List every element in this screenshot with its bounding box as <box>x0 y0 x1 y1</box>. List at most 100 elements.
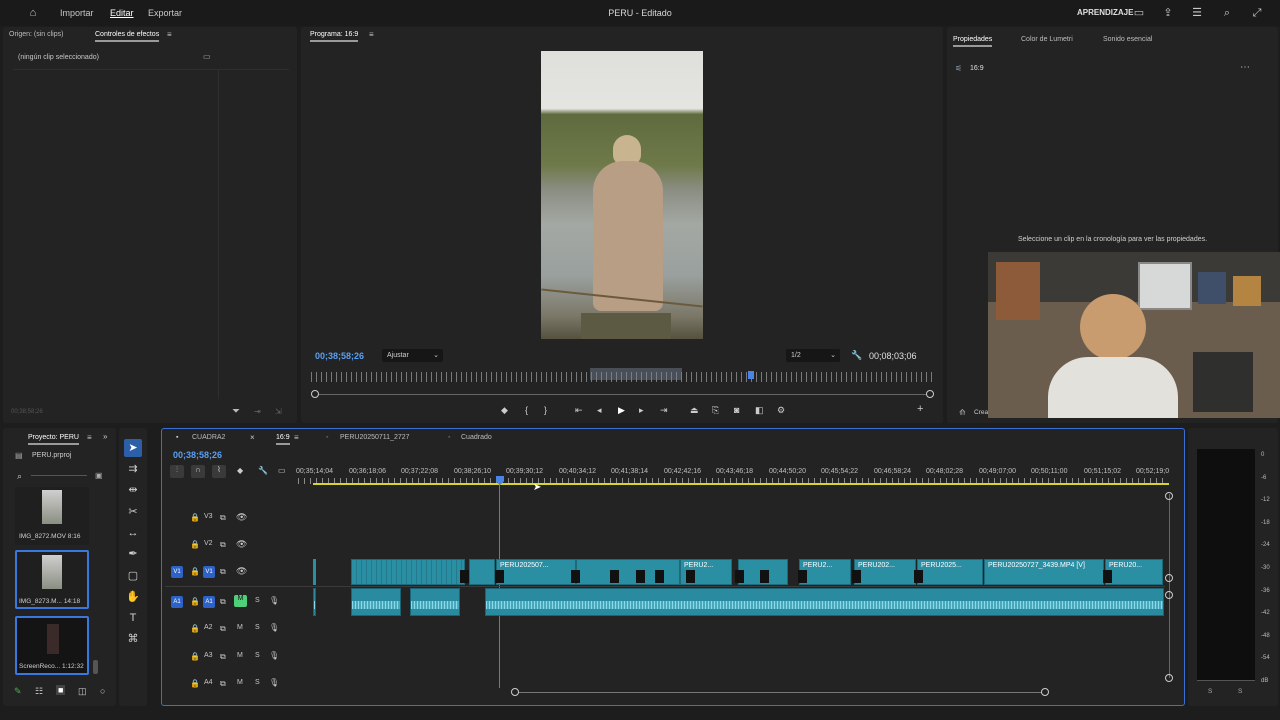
vertical-scrollbar[interactable] <box>1169 494 1170 678</box>
scroll-handle[interactable] <box>1165 574 1173 582</box>
seq-tab-cuadra2[interactable]: CUADRA2 <box>192 434 225 441</box>
audio-clip[interactable] <box>313 588 316 616</box>
in-out-range[interactable] <box>590 368 682 380</box>
tab-essential-sound[interactable]: Sonido esencial <box>1103 36 1152 43</box>
zoom-scrollbar[interactable] <box>314 394 932 395</box>
add-button-icon[interactable]: + <box>917 403 923 415</box>
freeform-view-icon[interactable]: ◫ <box>78 686 87 697</box>
program-video-frame[interactable] <box>541 51 703 339</box>
fit-dropdown[interactable]: Ajustar ⌄ <box>382 349 443 362</box>
snap-icon[interactable]: ∩ <box>191 465 205 478</box>
microphone-icon[interactable]: 🎙 <box>269 596 279 605</box>
icon-view-icon[interactable]: ■ <box>56 685 66 695</box>
video-clip[interactable]: PERU202... <box>854 559 916 585</box>
transition-block[interactable] <box>735 570 744 583</box>
sync-lock-icon[interactable]: ⧉ <box>220 624 226 634</box>
scroll-handle[interactable] <box>1165 591 1173 599</box>
zoom-handle-left[interactable] <box>311 390 319 398</box>
tab-effect-controls[interactable]: Controles de efectos <box>95 31 160 42</box>
audio-clip[interactable] <box>351 588 401 616</box>
resolution-dropdown[interactable]: 1/2 ⌄ <box>786 349 840 362</box>
audio-clip[interactable] <box>485 588 1164 616</box>
create-label[interactable]: Crea <box>974 409 988 416</box>
sync-lock-icon[interactable]: ⧉ <box>220 679 226 689</box>
share-icon[interactable]: ⇪ <box>1161 6 1175 20</box>
tab-properties[interactable]: Propiedades <box>953 36 993 47</box>
transition-block[interactable] <box>460 570 469 583</box>
sync-lock-icon[interactable]: ⧉ <box>220 540 226 550</box>
nav-import[interactable]: Importar <box>60 8 94 18</box>
add-marker-icon[interactable]: ◆ <box>501 405 508 416</box>
track-select-tool-icon[interactable]: ⇉ <box>124 460 142 478</box>
expand-icon[interactable]: » <box>103 432 107 441</box>
settings-icon[interactable]: ⚙ <box>777 405 785 416</box>
step-back-icon[interactable]: ◂ <box>597 405 602 416</box>
transition-block[interactable] <box>571 570 580 583</box>
zoom-slider-icon[interactable]: ○ <box>100 686 105 696</box>
project-menu-icon[interactable]: ≡ <box>87 433 92 442</box>
go-to-out-icon[interactable]: ⇥ <box>660 405 668 416</box>
search-icon[interactable]: ⌕ <box>1220 6 1234 20</box>
video-clip[interactable] <box>576 559 680 585</box>
seq-tab-16-9[interactable]: 16:9 <box>276 434 290 445</box>
extract-icon[interactable]: ⎘ <box>712 405 719 416</box>
video-clip[interactable]: PERU20... <box>1105 559 1163 585</box>
microphone-icon[interactable]: 🎙 <box>269 651 279 660</box>
compare-icon[interactable]: ◧ <box>755 405 764 416</box>
scroll-handle[interactable] <box>1165 492 1173 500</box>
mark-out-icon[interactable]: } <box>544 405 547 415</box>
program-playhead[interactable] <box>748 371 754 379</box>
tab-source[interactable]: Origen: (sin clips) <box>9 31 63 38</box>
transition-block[interactable] <box>1103 570 1112 583</box>
source-patch-v1[interactable]: V1 <box>171 566 183 578</box>
marker-icon[interactable]: ◆ <box>237 466 243 475</box>
pencil-icon[interactable]: ✎ <box>14 686 22 697</box>
nav-export[interactable]: Exportar <box>148 8 182 18</box>
lock-icon[interactable]: 🔒 <box>190 624 200 633</box>
program-timecode[interactable]: 00;38;58;26 <box>315 351 364 361</box>
transition-block[interactable] <box>495 570 504 583</box>
new-bin-icon[interactable]: ▣ <box>95 471 103 480</box>
solo-button[interactable]: S <box>255 624 260 631</box>
hscroll-handle-left[interactable] <box>511 688 519 696</box>
play-icon[interactable]: ▶ <box>618 405 625 416</box>
transition-block[interactable] <box>798 570 807 583</box>
transition-block[interactable] <box>852 570 861 583</box>
mute-button[interactable]: M <box>237 652 243 659</box>
tab-lumetri-color[interactable]: Color de Lumetri <box>1021 36 1073 43</box>
lock-icon[interactable]: 🔒 <box>190 679 200 688</box>
fullscreen-icon[interactable]: ⤢ <box>1250 6 1264 20</box>
transition-block[interactable] <box>655 570 664 583</box>
learn-button[interactable]: APRENDIZAJE <box>1077 8 1133 17</box>
lock-icon[interactable]: 🔒 <box>190 513 200 522</box>
track-target-a1[interactable]: A1 <box>203 596 215 608</box>
work-area-bar[interactable] <box>313 483 1169 485</box>
create-icon[interactable]: ⟰ <box>959 408 966 417</box>
transition-block[interactable] <box>760 570 769 583</box>
seq-tab-peru[interactable]: PERU20250711_2727 <box>340 434 410 441</box>
video-clip-group[interactable] <box>351 559 465 585</box>
more-options-icon[interactable]: ⋯ <box>1240 62 1250 73</box>
zoom-handle-right[interactable] <box>926 390 934 398</box>
menu-icon[interactable]: ☰ <box>1190 6 1204 20</box>
project-scrollbar[interactable] <box>93 660 98 674</box>
selection-tool-icon[interactable]: ➤ <box>124 439 142 457</box>
microphone-icon[interactable]: 🎙 <box>269 623 279 632</box>
lock-icon[interactable]: 🔒 <box>190 567 200 576</box>
play-audio-icon[interactable]: ⇥ <box>254 407 261 416</box>
camera-icon[interactable]: ◙ <box>734 405 739 415</box>
timeline-timecode[interactable]: 00;38;58;26 <box>173 450 222 460</box>
wrench-icon[interactable]: 🔧 <box>851 350 862 361</box>
solo-button[interactable]: S <box>255 679 260 686</box>
video-clip[interactable]: PERU20250727_3439.MP4 [V] <box>984 559 1104 585</box>
razor-tool-icon[interactable]: ✂ <box>124 503 142 521</box>
sync-lock-icon[interactable]: ⧉ <box>220 567 226 577</box>
video-clip[interactable]: PERU2025... <box>917 559 983 585</box>
eye-icon[interactable]: 👁 <box>236 512 247 523</box>
timeline-menu-icon[interactable]: ≡ <box>294 433 299 442</box>
video-clip[interactable] <box>313 559 316 585</box>
list-view-icon[interactable]: ☷ <box>35 686 43 697</box>
solo-button[interactable]: S <box>255 597 260 604</box>
tab-program[interactable]: Programa: 16:9 <box>310 31 359 42</box>
search-input[interactable] <box>31 475 87 476</box>
